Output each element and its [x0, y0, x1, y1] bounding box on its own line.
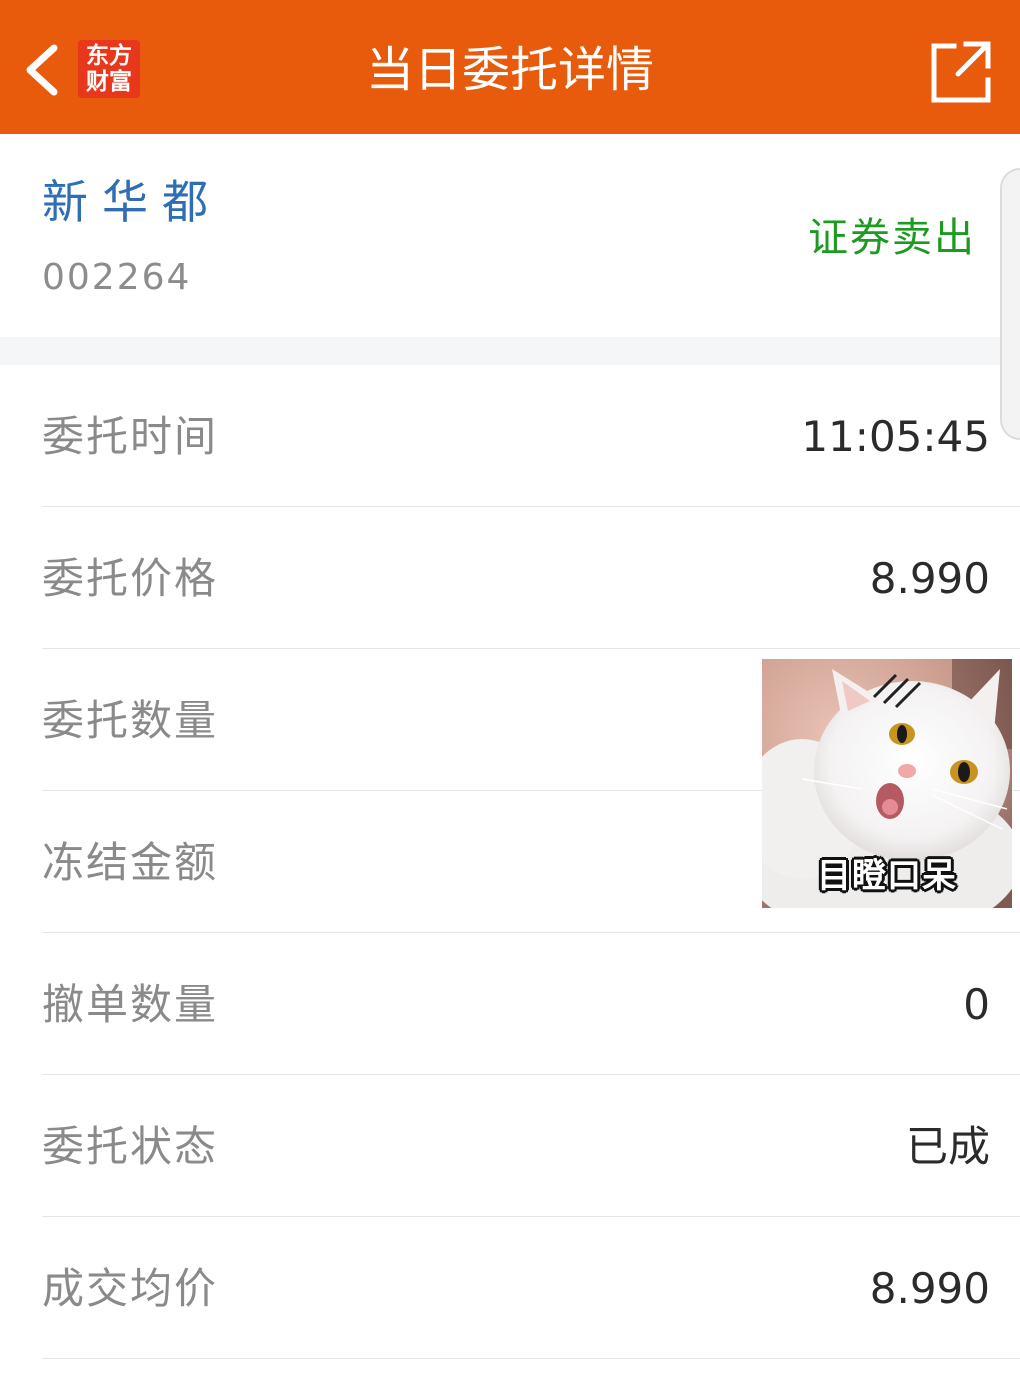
logo-line-2: 财富: [86, 68, 132, 95]
app-header: 东方 财富 当日委托详情: [0, 0, 1020, 134]
detail-label: 委托状态: [42, 1122, 219, 1171]
detail-label: 撤单数量: [42, 980, 219, 1029]
chevron-left-icon: [26, 44, 58, 96]
detail-value: 0: [963, 980, 990, 1029]
section-divider: [0, 337, 1020, 365]
detail-row-order-price: 委托价格 8.990: [0, 507, 1020, 649]
stock-code: 002264: [42, 257, 192, 298]
detail-label: 成交均价: [42, 1264, 219, 1313]
stock-info-card: 新华都 002264 证券卖出: [0, 134, 1020, 337]
detail-label: 冻结金额: [42, 838, 219, 887]
page-title: 当日委托详情: [365, 42, 654, 98]
detail-value: 已成: [905, 1122, 990, 1171]
detail-value: 8.990: [869, 1264, 990, 1313]
detail-row-average-price: 成交均价 8.990: [0, 1217, 1020, 1359]
share-external-icon: [931, 41, 991, 103]
trade-type-label: 证券卖出: [808, 215, 976, 261]
share-button[interactable]: [922, 34, 998, 110]
detail-label: 委托时间: [42, 412, 219, 461]
detail-row-order-status: 委托状态 已成: [0, 1075, 1020, 1217]
row-divider: [42, 1358, 1020, 1359]
stock-name: 新华都: [42, 175, 222, 229]
detail-row-order-time: 委托时间 11:05:45: [0, 365, 1020, 507]
sticker-caption: 目瞪口呆: [817, 856, 957, 896]
logo-line-1: 东方: [86, 42, 132, 69]
detail-value: 8.990: [869, 554, 990, 603]
cat-sticker-image: 目瞪口呆: [762, 659, 1012, 908]
detail-label: 委托价格: [42, 554, 219, 603]
back-button[interactable]: [14, 34, 74, 104]
order-detail-page: 东方 财富 当日委托详情 新华都 002264 证券卖出 委托时间 11:05:…: [0, 0, 1020, 1377]
detail-value: 11:05:45: [801, 412, 990, 461]
detail-row-cancel-quantity: 撤单数量 0: [0, 933, 1020, 1075]
detail-label: 委托数量: [42, 696, 219, 745]
brand-logo: 东方 财富: [78, 40, 140, 98]
